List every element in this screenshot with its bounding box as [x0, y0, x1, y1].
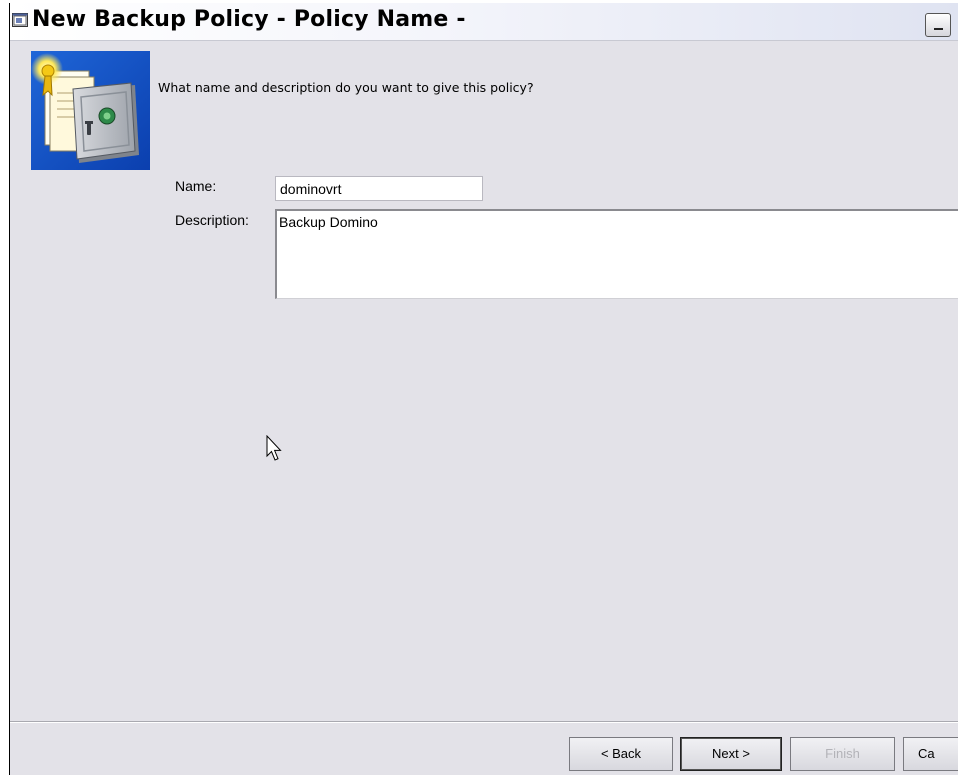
name-field[interactable] [275, 176, 483, 201]
safe-certificate-icon [31, 51, 150, 170]
next-button[interactable]: Next > [680, 737, 782, 771]
finish-button[interactable]: Finish [790, 737, 895, 771]
mouse-pointer-icon [266, 435, 282, 461]
description-label: Description: [175, 212, 249, 228]
wizard-prompt: What name and description do you want to… [158, 80, 534, 95]
minimize-icon [934, 28, 943, 30]
app-window-icon [12, 13, 28, 27]
description-field[interactable]: Backup Domino [275, 209, 958, 299]
minimize-button[interactable] [925, 13, 951, 37]
name-label: Name: [175, 178, 217, 194]
wizard-window: New Backup Policy - Policy Name - What n… [9, 3, 958, 775]
title-bar[interactable]: New Backup Policy - Policy Name - [10, 3, 958, 41]
back-button[interactable]: < Back [569, 737, 673, 771]
window-title: New Backup Policy - Policy Name - [32, 7, 466, 32]
cancel-button[interactable]: Ca [903, 737, 958, 771]
